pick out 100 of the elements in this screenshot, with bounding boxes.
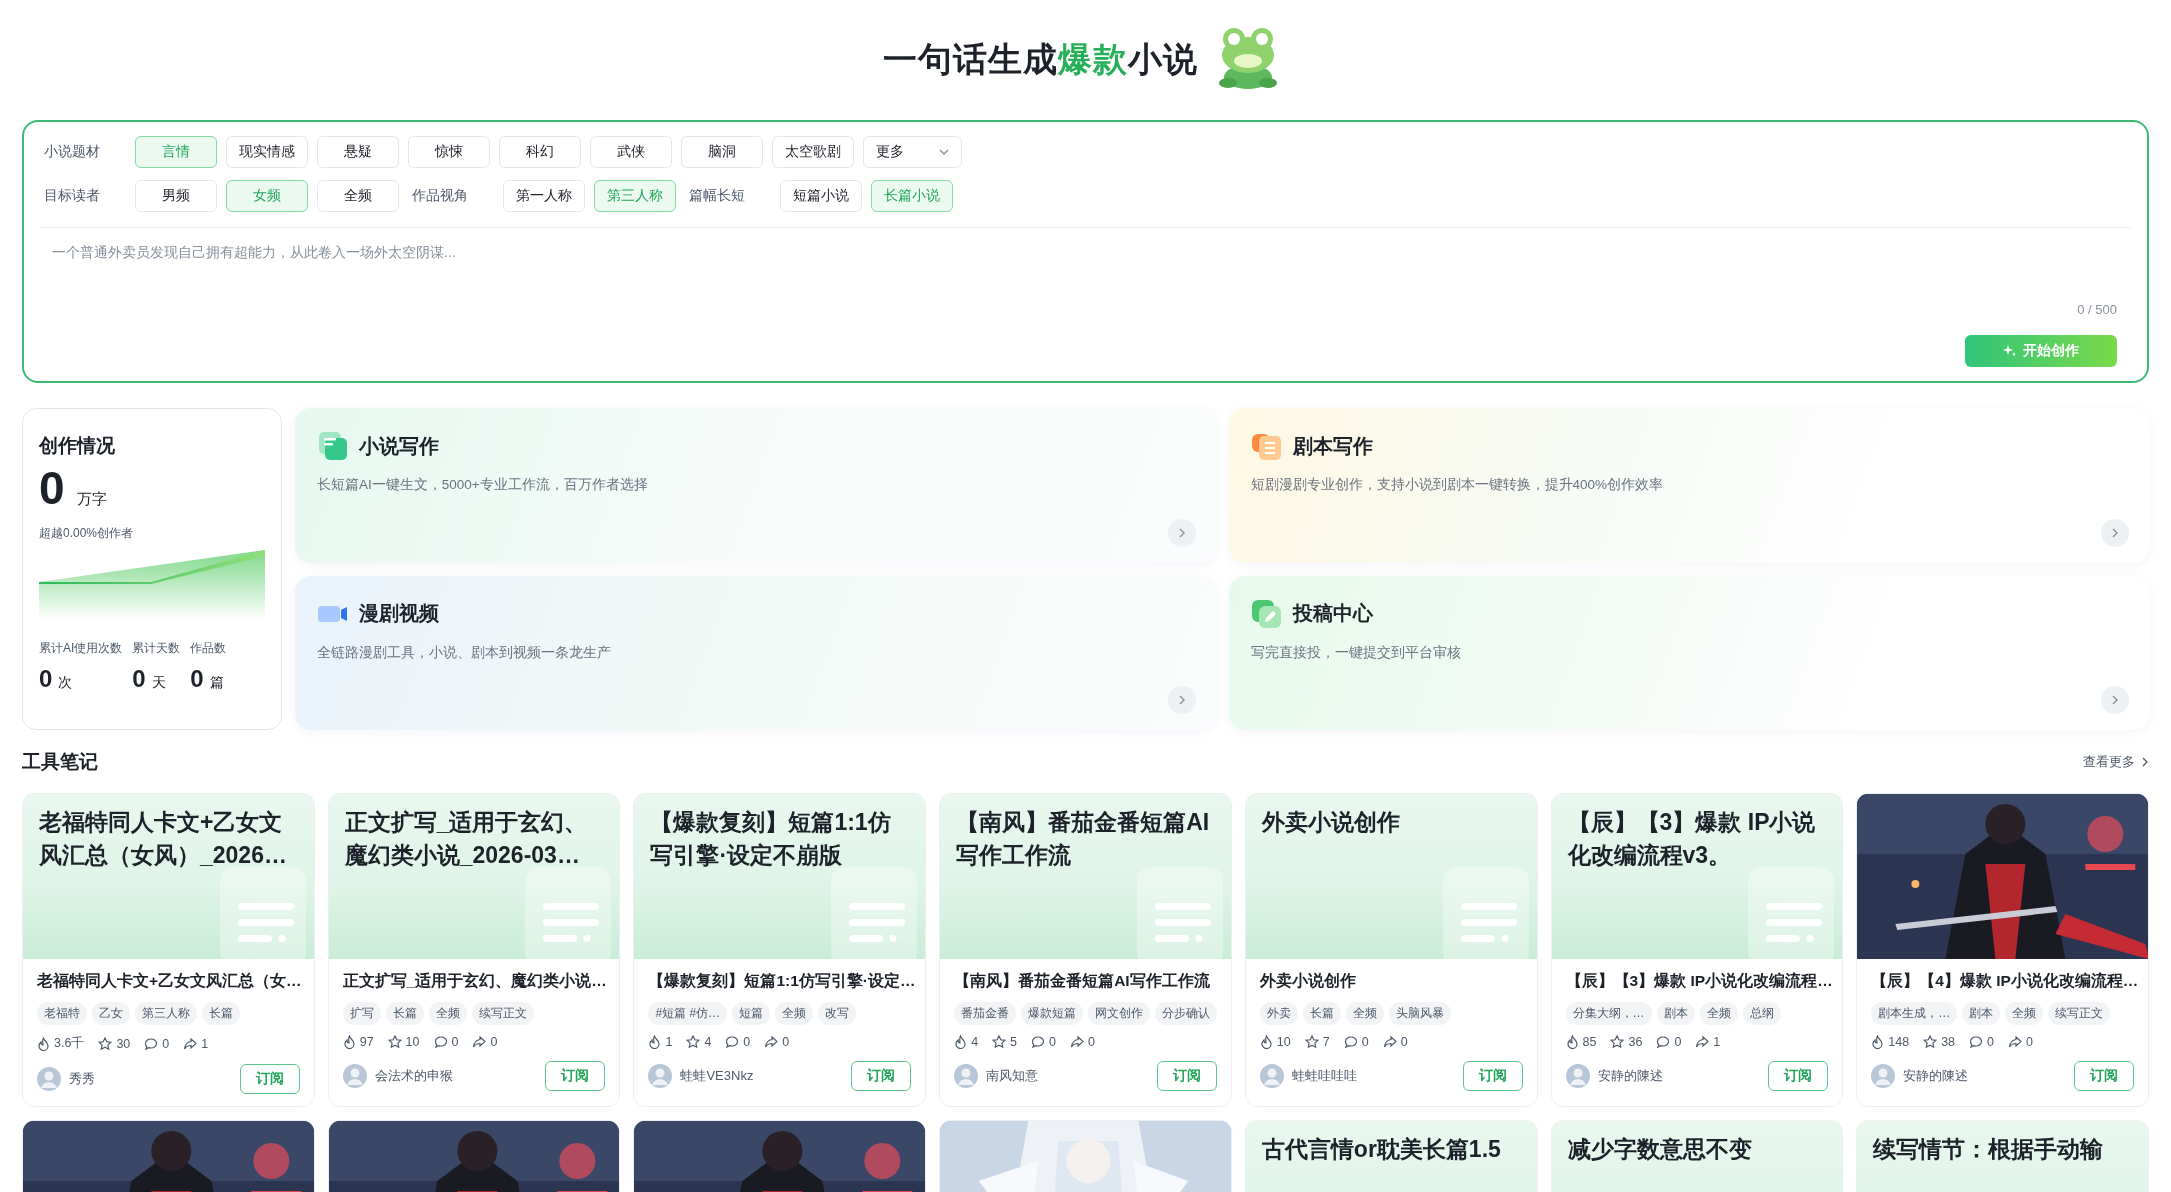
comment-icon (433, 1035, 448, 1049)
chevron-right-icon[interactable] (1167, 518, 1196, 547)
feature-title: 小说写作 (359, 433, 439, 459)
share-icon (2008, 1035, 2022, 1049)
total-value: 0 (39, 465, 65, 511)
feature-description: 短剧漫剧专业创作，支持小说到剧本一键转换，提升400%创作效率 (1250, 476, 1665, 494)
share-icon (183, 1036, 198, 1051)
author-name: 蛙蛙哇哇哇 (1291, 1067, 1358, 1085)
avatar-icon (954, 1064, 979, 1088)
tag: 老福特 (37, 1002, 87, 1025)
tag: 续写正文 (471, 1002, 534, 1025)
note-card[interactable]: 【辰】【3】爆款 IP小说化改编流程v3。 【辰】【3】爆款 IP小说化改编流程… 分集大纲，… 剧本 全频 总纲 85 36 0 1 安静的陳述 订阅 (1550, 793, 1844, 1107)
metric-value: 0 (39, 665, 53, 693)
tag: 外卖 (1259, 1002, 1298, 1025)
feature-card[interactable]: 小说写作 长短篇AI一键生文，5000+专业工作流，百万作者选择 (295, 408, 1216, 563)
note-title: 【辰】【3】爆款 IP小说化改编流程… (1565, 971, 1829, 991)
chevron-right-icon[interactable] (2101, 518, 2129, 547)
feature-card[interactable]: 漫剧视频 全链路漫剧工具，小说、剧本到视频一条龙生产 (295, 575, 1216, 730)
option-chip[interactable]: 第一人称 (503, 180, 585, 212)
option-chip[interactable]: 科幻 (499, 136, 581, 168)
option-chip[interactable]: 悬疑 (317, 136, 399, 168)
chevron-right-icon[interactable] (1167, 686, 1196, 714)
author-name: 会法术的申猴 (374, 1067, 454, 1085)
tag: 长篇 (385, 1002, 424, 1025)
note-card[interactable]: 【南风】番茄金番短篇AI写作工作流 【南风】番茄金番短篇AI写作工作流 番茄金番 爆款短篇 网文创作 分步确认 4 5 0 0 南风知意 订阅 (939, 793, 1232, 1107)
comment-icon (1969, 1035, 1984, 1049)
share-icon (472, 1035, 487, 1049)
option-chip[interactable]: 全频 (317, 180, 399, 212)
comment-count: 0 (1674, 1035, 1682, 1049)
view-more-link[interactable]: 查看更多 (2083, 752, 2149, 771)
cover-title: 外卖小说创作 (1261, 808, 1401, 837)
flame-icon (1565, 1035, 1579, 1049)
tag: 全频 (2005, 1002, 2044, 1025)
tag: 全频 (1699, 1002, 1738, 1025)
cover-title: 古代言情or耽美长篇1.5 (1261, 1135, 1502, 1164)
share-count: 0 (1088, 1035, 1095, 1049)
share-count: 0 (2026, 1035, 2033, 1049)
option-chip[interactable]: 惊悚 (408, 136, 490, 168)
stats-title: 创作情况 (39, 434, 116, 458)
cover-title: 减少字数意思不变 (1567, 1135, 1753, 1164)
note-card[interactable]: 正文扩写_适用于玄幻、魔幻类小说_2026-03… 正文扩写_适用于玄幻、魔幻类小说… 扩写 长篇 全频 续写正文 97 10 0 0 会法术的申猴 订阅 (327, 793, 621, 1107)
tag: 长篇 (1302, 1002, 1341, 1025)
option-chip[interactable]: 现实情感 (226, 136, 308, 168)
comment-count: 0 (1987, 1035, 1994, 1049)
option-chip[interactable]: 武侠 (590, 136, 672, 168)
feature-card[interactable]: 投稿中心 写完直接投，一键提交到平台审核 (1228, 575, 2149, 730)
sparkle-icon (2003, 344, 2017, 358)
option-chip[interactable]: 太空歌剧 (772, 136, 854, 168)
star-count: 4 (704, 1035, 712, 1049)
tag: 全频 (1345, 1002, 1384, 1025)
caret-icon (939, 149, 949, 155)
metric-value: 0 (132, 665, 146, 693)
comment-icon (1343, 1035, 1358, 1049)
comment-count: 0 (1361, 1035, 1369, 1049)
avatar-icon (1259, 1064, 1284, 1088)
option-chip[interactable]: 脑洞 (681, 136, 763, 168)
flame-icon (1871, 1035, 1885, 1049)
star-icon (1923, 1035, 1938, 1049)
heat-count: 148 (1888, 1035, 1910, 1049)
option-chip[interactable]: 短篇小说 (780, 180, 862, 212)
feature-title: 漫剧视频 (359, 601, 439, 626)
option-chip[interactable]: 男频 (135, 180, 217, 212)
cover-title: 正文扩写_适用于玄幻、魔幻类小说_2026-03… (344, 808, 589, 870)
more-dropdown[interactable]: 更多 (863, 136, 962, 168)
tag: 剧本 (1962, 1002, 2001, 1025)
metric-value: 0 (190, 665, 204, 693)
star-count: 38 (1941, 1035, 1956, 1049)
author-name: 南风知意 (986, 1067, 1040, 1085)
share-count: 1 (201, 1036, 209, 1051)
option-label: 目标读者 (43, 187, 101, 205)
tag: 总纲 (1742, 1002, 1781, 1025)
star-count: 5 (1010, 1035, 1018, 1049)
total-unit: 万字 (76, 490, 107, 509)
star-count: 10 (405, 1035, 420, 1049)
note-card[interactable]: 【辰】【4】爆款 IP小说化改编流程… 剧本生成，… 剧本 全频 续写正文 148 38 0 0 安静的陳述 订阅 (1856, 793, 2149, 1107)
note-title: 外卖小说创作 (1259, 971, 1357, 991)
comment-icon (1031, 1035, 1046, 1049)
cover-title: 老福特同人卡文+乙女文风汇总（女风）_2026… (39, 808, 288, 870)
star-icon (686, 1035, 701, 1049)
option-label: 篇幅长短 (688, 187, 746, 205)
author-name: 安静的陳述 (1903, 1067, 1970, 1085)
tag: 分集大纲，… (1565, 1002, 1652, 1025)
flame-icon (954, 1035, 968, 1049)
heat-count: 1 (665, 1035, 673, 1049)
heat-count: 97 (359, 1035, 374, 1049)
share-icon (1695, 1035, 1710, 1049)
note-card[interactable]: 外卖小说创作 外卖小说创作 外卖 长篇 全频 头脑风暴 10 7 0 0 蛙蛙哇哇哇 订阅 (1244, 793, 1538, 1107)
flame-icon (1259, 1035, 1273, 1049)
comment-icon (144, 1036, 159, 1051)
note-card[interactable]: 老福特同人卡文+乙女文风汇总（女风）_2026… 老福特同人卡文+乙女文风汇总（女… 老福特 乙女 第三人称 长篇 3.6千 30 0 1 秀秀 订阅 (22, 793, 315, 1107)
note-title: 老福特同人卡文+乙女文风汇总（女… (37, 971, 300, 991)
metric-unit: 天 (151, 674, 166, 692)
tag: 长篇 (202, 1002, 240, 1025)
option-label: 小说题材 (43, 143, 101, 161)
feature-card[interactable]: 剧本写作 短剧漫剧专业创作，支持小说到剧本一键转换，提升400%创作效率 (1228, 408, 2149, 563)
metric-unit: 次 (58, 674, 73, 692)
note-card[interactable]: 【爆款复刻】短篇1:1仿写引擎·设定不崩版 【爆款复刻】短篇1:1仿写引擎·设定… #短篇 #仿… 短篇 全频 改写 1 4 0 0 蛙蛙VE3Nkz 订阅 (633, 793, 927, 1107)
chevron-right-icon[interactable] (2101, 686, 2129, 714)
tag: 番茄金番 (954, 1002, 1017, 1025)
cover-title: 【爆款复刻】短篇1:1仿写引擎·设定不崩版 (650, 808, 892, 870)
